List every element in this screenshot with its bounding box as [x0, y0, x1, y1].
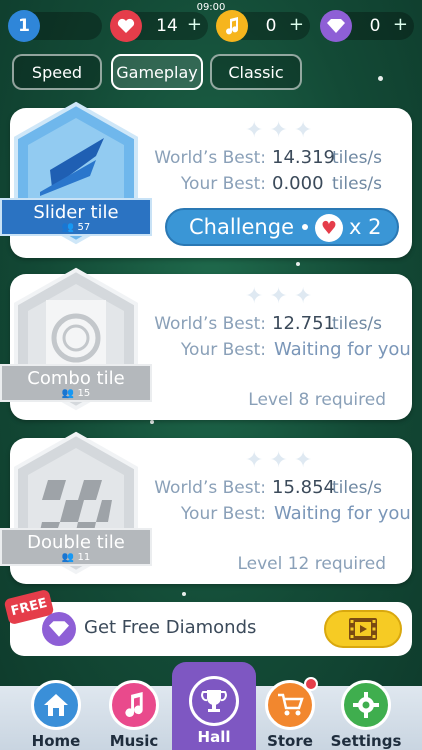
player-count: 👥 57	[61, 221, 91, 233]
worlds-best-label: World’s Best:	[154, 478, 266, 498]
music-note-coin-icon	[216, 10, 248, 42]
coins-counter[interactable]: 0 +	[216, 10, 310, 42]
worlds-best-unit: tiles/s	[332, 478, 383, 498]
add-hearts-button[interactable]: +	[187, 14, 202, 35]
mode-name: Slider tile	[33, 201, 119, 223]
your-best-unit: tiles/s	[332, 174, 383, 194]
nav-settings[interactable]: Settings	[324, 666, 408, 750]
tab-speed[interactable]: Speed	[12, 54, 102, 90]
nav-home[interactable]: Home	[14, 666, 98, 750]
bottom-nav: Home Music Hall Store Settings	[0, 662, 422, 750]
your-best-value: 0.000	[272, 173, 324, 194]
your-best-label: Your Best:	[180, 504, 266, 524]
separator-dot	[302, 224, 308, 230]
your-best-value: Waiting for you	[274, 339, 411, 360]
challenge-button[interactable]: Challenge ♥ x 2	[165, 208, 399, 246]
watch-video-button[interactable]	[324, 610, 402, 648]
level-value: 1	[18, 16, 30, 36]
diamond-icon	[320, 10, 352, 42]
hearts-value: 14	[156, 16, 178, 36]
free-diamonds-bar[interactable]: FREE Get Free Diamonds	[3, 588, 412, 656]
rating-stars: ✦✦✦	[245, 284, 319, 309]
rating-stars: ✦✦✦	[245, 448, 319, 473]
level-requirement: Level 12 required	[237, 554, 386, 574]
trophy-icon	[189, 676, 239, 726]
worlds-best-label: World’s Best:	[154, 314, 266, 334]
tab-gameplay[interactable]: Gameplay	[111, 54, 203, 90]
gear-icon	[341, 680, 391, 730]
worlds-best-unit: tiles/s	[332, 314, 383, 334]
worlds-best-value: 15.854	[272, 477, 335, 498]
worlds-best-value: 12.751	[272, 313, 335, 334]
mode-name: Double tile	[27, 531, 125, 553]
level-indicator[interactable]: 1	[8, 10, 102, 42]
add-diamonds-button[interactable]: +	[393, 14, 408, 35]
free-diamonds-label: Get Free Diamonds	[84, 617, 257, 638]
player-count: 👥 15	[61, 387, 91, 399]
challenge-label: Challenge	[189, 215, 294, 239]
double-tile-banner: Double tile 👥 11	[0, 528, 152, 566]
rating-stars: ✦✦✦	[245, 118, 319, 143]
hearts-counter[interactable]: 14 +	[110, 10, 208, 42]
nav-label: Settings	[330, 732, 402, 750]
player-count: 👥 11	[61, 551, 91, 563]
cart-icon	[265, 677, 318, 730]
worlds-best-unit: tiles/s	[332, 148, 383, 168]
nav-label: Store	[267, 732, 313, 750]
coins-value: 0	[265, 16, 277, 36]
level-requirement: Level 8 required	[248, 390, 386, 410]
worlds-best-value: 14.319	[272, 147, 335, 168]
nav-store[interactable]: Store	[248, 666, 332, 750]
player-count-value: 15	[77, 387, 91, 399]
notification-dot	[304, 677, 318, 691]
worlds-best-label: World’s Best:	[154, 148, 266, 168]
your-best-label: Your Best:	[180, 174, 266, 194]
slider-tile-banner: Slider tile 👥 57	[0, 198, 152, 236]
player-count-value: 11	[77, 551, 91, 563]
nav-label: Hall	[197, 728, 231, 746]
diamonds-counter[interactable]: 0 +	[320, 10, 414, 42]
player-count-value: 57	[77, 221, 91, 233]
level-badge-icon: 1	[8, 10, 40, 42]
your-best-value: Waiting for you	[274, 503, 411, 524]
nav-label: Music	[109, 732, 159, 750]
heart-icon: ♥	[315, 214, 343, 242]
mode-name: Combo tile	[27, 367, 125, 389]
home-icon	[31, 680, 81, 730]
combo-tile-banner: Combo tile 👥 15	[0, 364, 152, 402]
nav-music[interactable]: Music	[92, 666, 176, 750]
nav-label: Home	[31, 732, 81, 750]
diamonds-value: 0	[369, 16, 381, 36]
film-icon	[349, 618, 377, 640]
challenge-cost: x 2	[349, 215, 382, 239]
diamond-icon	[42, 612, 76, 646]
your-best-label: Your Best:	[180, 340, 266, 360]
heart-icon	[110, 10, 142, 42]
add-coins-button[interactable]: +	[289, 14, 304, 35]
tab-classic[interactable]: Classic	[210, 54, 302, 90]
music-note-icon	[109, 680, 159, 730]
resource-bar: 09:00 1 14 + 0 + 0 +	[0, 0, 422, 50]
nav-hall[interactable]: Hall	[172, 662, 256, 750]
